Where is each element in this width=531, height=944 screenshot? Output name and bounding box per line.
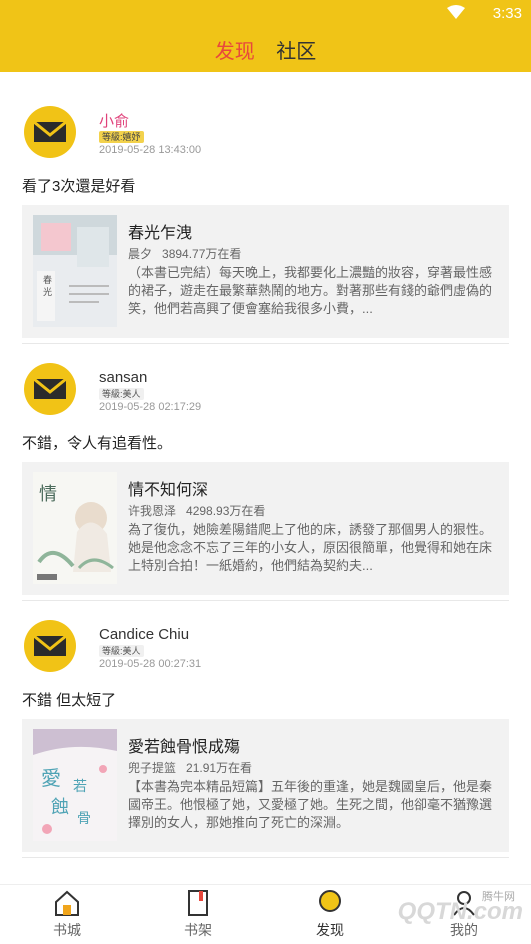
top-tabs: 发现 社区	[0, 35, 531, 68]
envelope-logo-icon	[33, 635, 67, 656]
username[interactable]: sansan	[99, 369, 147, 386]
book-card[interactable]: 情 情不知何深 许我恩泽 4298.93万在看 為了復仇，她險差陽錯爬上了他的床…	[22, 462, 509, 595]
svg-text:骨: 骨	[77, 811, 91, 827]
nav-label: 书城	[53, 922, 81, 938]
book-description: 為了復仇，她險差陽錯爬上了他的床，誘發了那個男人的狠性。她是他念念不忘了三年的小…	[128, 522, 493, 573]
nav-bookstore[interactable]: 书城	[27, 889, 107, 940]
level-badge: 等級:美人	[99, 645, 144, 657]
timestamp: 2019-05-28 00:27:31	[99, 658, 202, 670]
watermark: QQTN.com	[397, 898, 523, 925]
nav-discover[interactable]: 发现	[290, 889, 370, 940]
book-description: （本書已完結）每天晚上，我都要化上濃豔的妝容，穿著最性感的裙子，遊走在最繁華熱鬧…	[128, 265, 493, 316]
header-bar: 3:33 发现 社区	[0, 0, 531, 72]
book-views: 3894.77万在看	[162, 247, 242, 261]
avatar[interactable]	[24, 363, 76, 415]
nav-label: 发现	[316, 922, 344, 938]
book-title: 情不知何深	[128, 482, 209, 499]
level-badge: 等級:美人	[99, 388, 144, 400]
discover-icon	[319, 890, 341, 912]
avatar[interactable]	[24, 620, 76, 672]
book-author: 许我恩泽	[128, 504, 177, 518]
envelope-logo-icon	[33, 378, 67, 399]
svg-text:若: 若	[73, 779, 87, 795]
book-cover: 春 光	[33, 215, 117, 327]
discover-feed: 小俞 等級:嬉妤 2019-05-28 13:43:00 看了3次還是好看 春 …	[0, 87, 531, 858]
timestamp: 2019-05-28 02:17:29	[99, 401, 202, 413]
book-title: 愛若蝕骨恨成殤	[128, 739, 241, 756]
book-meta: 晨夕 3894.77万在看	[128, 245, 241, 262]
nav-label: 书架	[184, 922, 212, 938]
svg-text:愛: 愛	[41, 766, 61, 790]
svg-text:春: 春	[43, 274, 52, 286]
tab-discover[interactable]: 发现	[215, 35, 255, 68]
book-views: 21.91万在看	[186, 761, 253, 775]
book-title: 春光乍洩	[128, 225, 193, 242]
wifi-icon	[447, 5, 465, 19]
svg-text:情: 情	[39, 484, 57, 505]
post-comment: 看了3次還是好看	[22, 178, 136, 195]
post-item[interactable]: sansan 等級:美人 2019-05-28 02:17:29 不錯，令人有追…	[22, 344, 509, 601]
book-cover: 愛 若 蝕 骨	[33, 729, 117, 841]
book-author: 兜子提篮	[128, 761, 177, 775]
post-item[interactable]: Candice Chiu 等級:美人 2019-05-28 00:27:31 不…	[22, 601, 509, 858]
app-root: 3:33 发现 社区 小俞 等級:嬉妤 2019-05-28 13:43:00 …	[0, 0, 531, 944]
book-author: 晨夕	[128, 247, 153, 261]
username[interactable]: 小俞	[99, 110, 129, 131]
book-meta: 兜子提篮 21.91万在看	[128, 759, 252, 776]
house-icon	[55, 890, 79, 916]
book-card[interactable]: 春 光 春光乍洩 晨夕 3894.77万在看 （本書已完結）每天晚上，我都要化上…	[22, 205, 509, 338]
book-description: 【本書為完本精品短篇】五年後的重逢，她是魏國皇后，他是秦國帝王。他恨極了她，又愛…	[128, 779, 493, 830]
book-cover: 情	[33, 472, 117, 584]
username[interactable]: Candice Chiu	[99, 626, 189, 643]
post-comment: 不錯，令人有追看性。	[22, 435, 173, 452]
status-bar: 3:33	[0, 0, 531, 28]
post-comment: 不錯 但太短了	[22, 692, 117, 709]
nav-bookshelf[interactable]: 书架	[158, 889, 238, 940]
svg-text:光: 光	[43, 286, 52, 298]
envelope-logo-icon	[33, 121, 67, 142]
book-card[interactable]: 愛 若 蝕 骨 愛若蝕骨恨成殤 兜子提篮 21.91万在看 【本書為完本精品短篇…	[22, 719, 509, 852]
tab-community[interactable]: 社区	[276, 35, 316, 68]
timestamp: 2019-05-28 13:43:00	[99, 144, 202, 156]
book-views: 4298.93万在看	[186, 504, 266, 518]
svg-text:蝕: 蝕	[51, 797, 69, 818]
avatar[interactable]	[24, 106, 76, 158]
level-badge: 等級:嬉妤	[99, 131, 144, 143]
post-item[interactable]: 小俞 等級:嬉妤 2019-05-28 13:43:00 看了3次還是好看 春 …	[22, 87, 509, 344]
status-time: 3:33	[492, 5, 522, 22]
bookshelf-icon	[188, 890, 208, 916]
book-meta: 许我恩泽 4298.93万在看	[128, 502, 265, 519]
